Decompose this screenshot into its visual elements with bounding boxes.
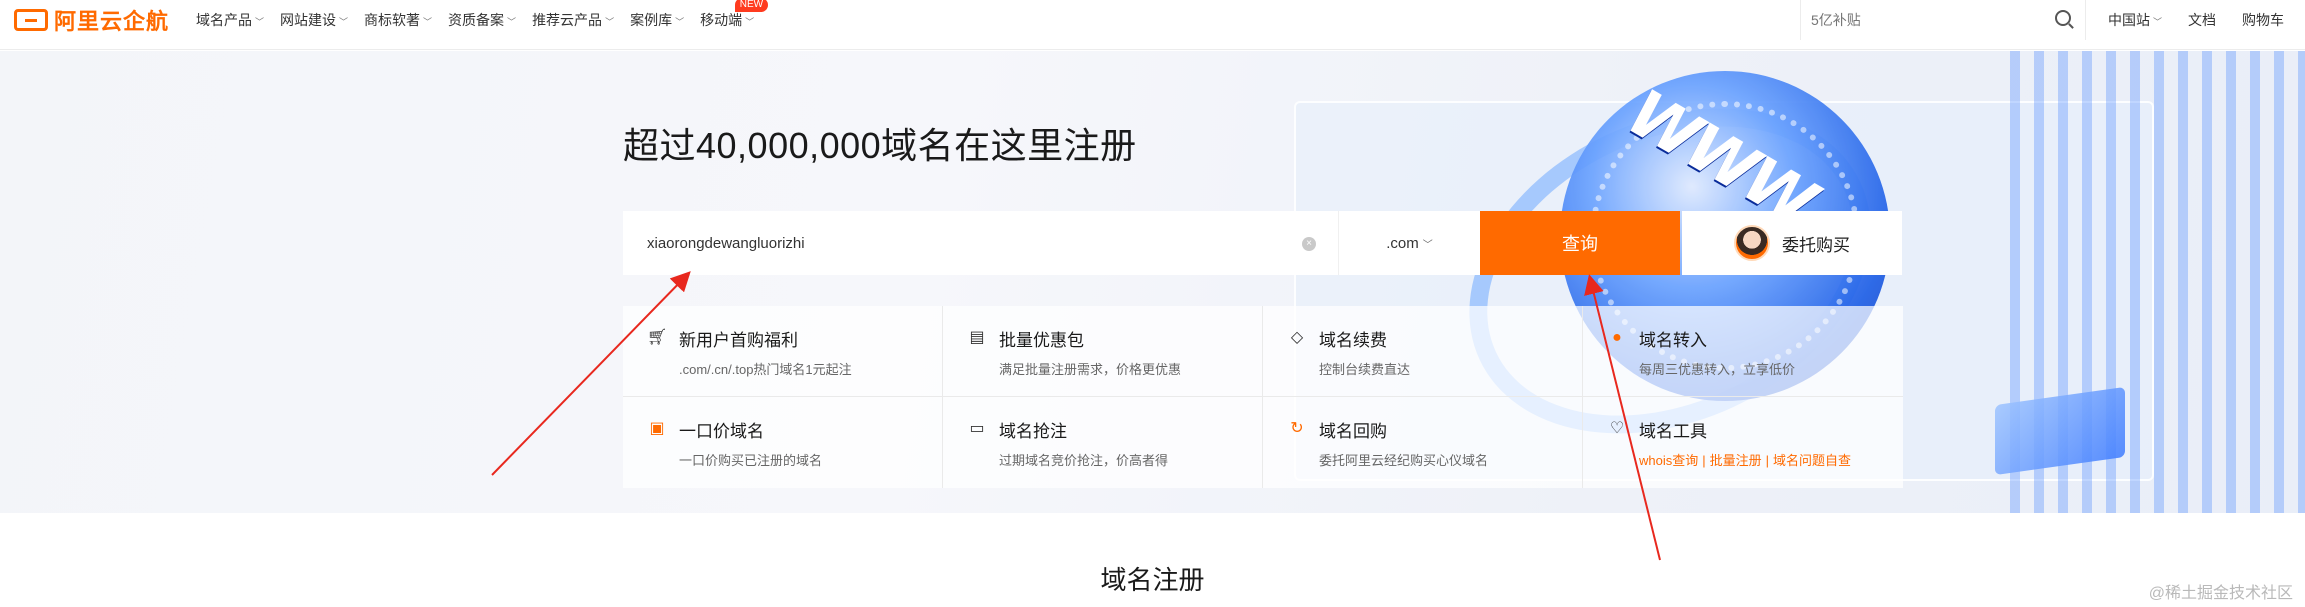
site-search-input[interactable]	[1801, 0, 2021, 40]
main-nav: 域名产品 ﹀ 网站建设 ﹀ 商标软著 ﹀ 资质备案 ﹀ 推荐云产品 ﹀ 案例库 ﹀ 移动端 ﹀…	[188, 0, 769, 30]
feature-fixed-price[interactable]: ▣ 一口价域名 一口价购买已注册的域名	[623, 397, 943, 488]
feature-snatch[interactable]: ▭ 域名抢注 过期域名竞价抢注，价高者得	[943, 397, 1263, 488]
nav-item-mobile[interactable]: 移动端 ﹀ NEW	[692, 0, 769, 30]
chevron-down-icon: ﹀	[255, 17, 265, 27]
domain-search-input[interactable]	[623, 213, 1263, 273]
watermark: @稀土掘金技术社区	[2148, 585, 2293, 602]
chevron-down-icon: ﹀	[2153, 17, 2163, 27]
region-selector[interactable]: 中国站 ﹀	[2108, 10, 2162, 30]
top-navbar: 阿里云企航 域名产品 ﹀ 网站建设 ﹀ 商标软著 ﹀ 资质备案 ﹀ 推荐云产品 ﹀ 案例库…	[0, 0, 2305, 50]
chevron-down-icon: ﹀	[423, 17, 433, 27]
chevron-down-icon: ﹀	[1422, 239, 1433, 251]
nav-item-trademark[interactable]: 商标软著 ﹀	[356, 10, 440, 30]
site-search	[1800, 0, 2086, 40]
domain-tools-links: whois查询 | 批量注册 | 域名问题自查	[1639, 453, 1852, 468]
nav-item-website-building[interactable]: 网站建设 ﹀	[272, 10, 356, 30]
feature-new-user[interactable]: 🛒︎ 新用户首购福利 .com/.cn/.top热门域名1元起注	[623, 306, 943, 397]
logo-text: 阿里云企航	[54, 9, 170, 34]
feature-domain-tools: ♡ 域名工具 whois查询 | 批量注册 | 域名问题自查	[1583, 397, 1903, 488]
hero-title: 超过40,000,000域名在这里注册	[623, 125, 1137, 166]
bulk-register-link[interactable]: 批量注册	[1710, 453, 1762, 468]
feature-bulk-package[interactable]: ▤ 批量优惠包 满足批量注册需求，价格更优惠	[943, 306, 1263, 397]
transfer-icon: ●	[1612, 329, 1622, 346]
query-button[interactable]: 查询	[1480, 211, 1680, 275]
chevron-down-icon: ﹀	[675, 17, 685, 27]
feature-renewal[interactable]: ◇ 域名续费 控制台续费直达	[1263, 306, 1583, 397]
aliyun-logo-icon	[14, 9, 48, 31]
whois-link[interactable]: whois查询	[1639, 453, 1698, 468]
snatch-icon: ▭	[969, 420, 985, 437]
hero-banner: WWW 超过40,000,000域名在这里注册 × .com﹀ 查询 委托购买 …	[0, 51, 2305, 513]
chevron-down-icon: ﹀	[339, 17, 349, 27]
tools-icon: ♡	[1609, 420, 1625, 437]
section-title: 域名注册	[1100, 565, 1205, 595]
chevron-down-icon: ﹀	[507, 17, 517, 27]
cart-link[interactable]: 购物车	[2242, 10, 2284, 30]
cart-icon: 🛒︎	[647, 329, 668, 346]
nav-item-cases[interactable]: 案例库 ﹀	[622, 10, 692, 30]
entrust-purchase-button[interactable]: 委托购买	[1682, 211, 1902, 275]
domain-search-bar: × .com﹀ 查询 委托购买	[623, 211, 1902, 275]
feature-transfer-in[interactable]: ● 域名转入 每周三优惠转入，立享低价	[1583, 306, 1903, 397]
nav-item-qualification[interactable]: 资质备案 ﹀	[440, 10, 524, 30]
price-icon: ▣	[649, 420, 665, 437]
self-check-link[interactable]: 域名问题自查	[1773, 453, 1851, 468]
header-right-links: 中国站 ﹀ 文档 购物车	[2108, 10, 2284, 30]
nav-item-cloud-products[interactable]: 推荐云产品 ﹀	[524, 10, 622, 30]
feature-buyback[interactable]: ↻ 域名回购 委托阿里云经纪购买心仪域名	[1263, 397, 1583, 488]
buyback-icon: ↻	[1290, 420, 1304, 437]
domain-suffix-select[interactable]: .com ﹀	[1338, 211, 1480, 275]
tag-icon: ◇	[1290, 329, 1304, 346]
avatar	[1734, 225, 1770, 261]
clear-icon[interactable]: ×	[1302, 237, 1316, 251]
chevron-down-icon: ﹀	[745, 17, 755, 27]
new-badge: NEW	[734, 0, 769, 12]
search-icon[interactable]	[2055, 10, 2071, 26]
nav-item-domain-products[interactable]: 域名产品 ﹀	[188, 10, 272, 30]
domain-input-wrapper: ×	[623, 211, 1338, 275]
logo[interactable]: 阿里云企航	[14, 5, 169, 35]
feature-grid: 🛒︎ 新用户首购福利 .com/.cn/.top热门域名1元起注 ▤ 批量优惠包…	[623, 306, 1903, 488]
chevron-down-icon: ﹀	[605, 17, 615, 27]
package-icon: ▤	[969, 329, 985, 346]
docs-link[interactable]: 文档	[2188, 10, 2216, 30]
